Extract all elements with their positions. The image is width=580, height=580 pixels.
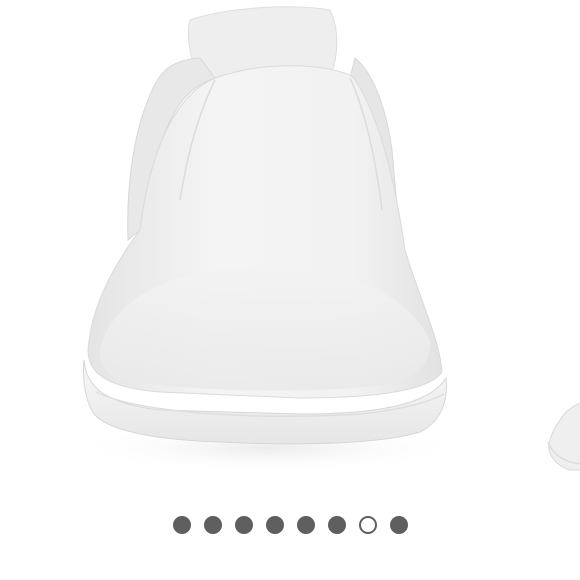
carousel-dot-active[interactable] (358, 516, 377, 534)
carousel-pagination (0, 515, 580, 535)
carousel-dot[interactable] (203, 516, 222, 534)
next-slide-preview[interactable] (540, 390, 580, 480)
carousel-dot[interactable] (234, 516, 253, 534)
carousel-dot[interactable] (172, 516, 191, 534)
carousel-dot[interactable] (389, 516, 408, 534)
product-image-carousel[interactable] (0, 0, 580, 580)
carousel-dot[interactable] (265, 516, 284, 534)
product-image-shoe[interactable] (0, 0, 580, 500)
carousel-dot[interactable] (296, 516, 315, 534)
carousel-dot[interactable] (327, 516, 346, 534)
